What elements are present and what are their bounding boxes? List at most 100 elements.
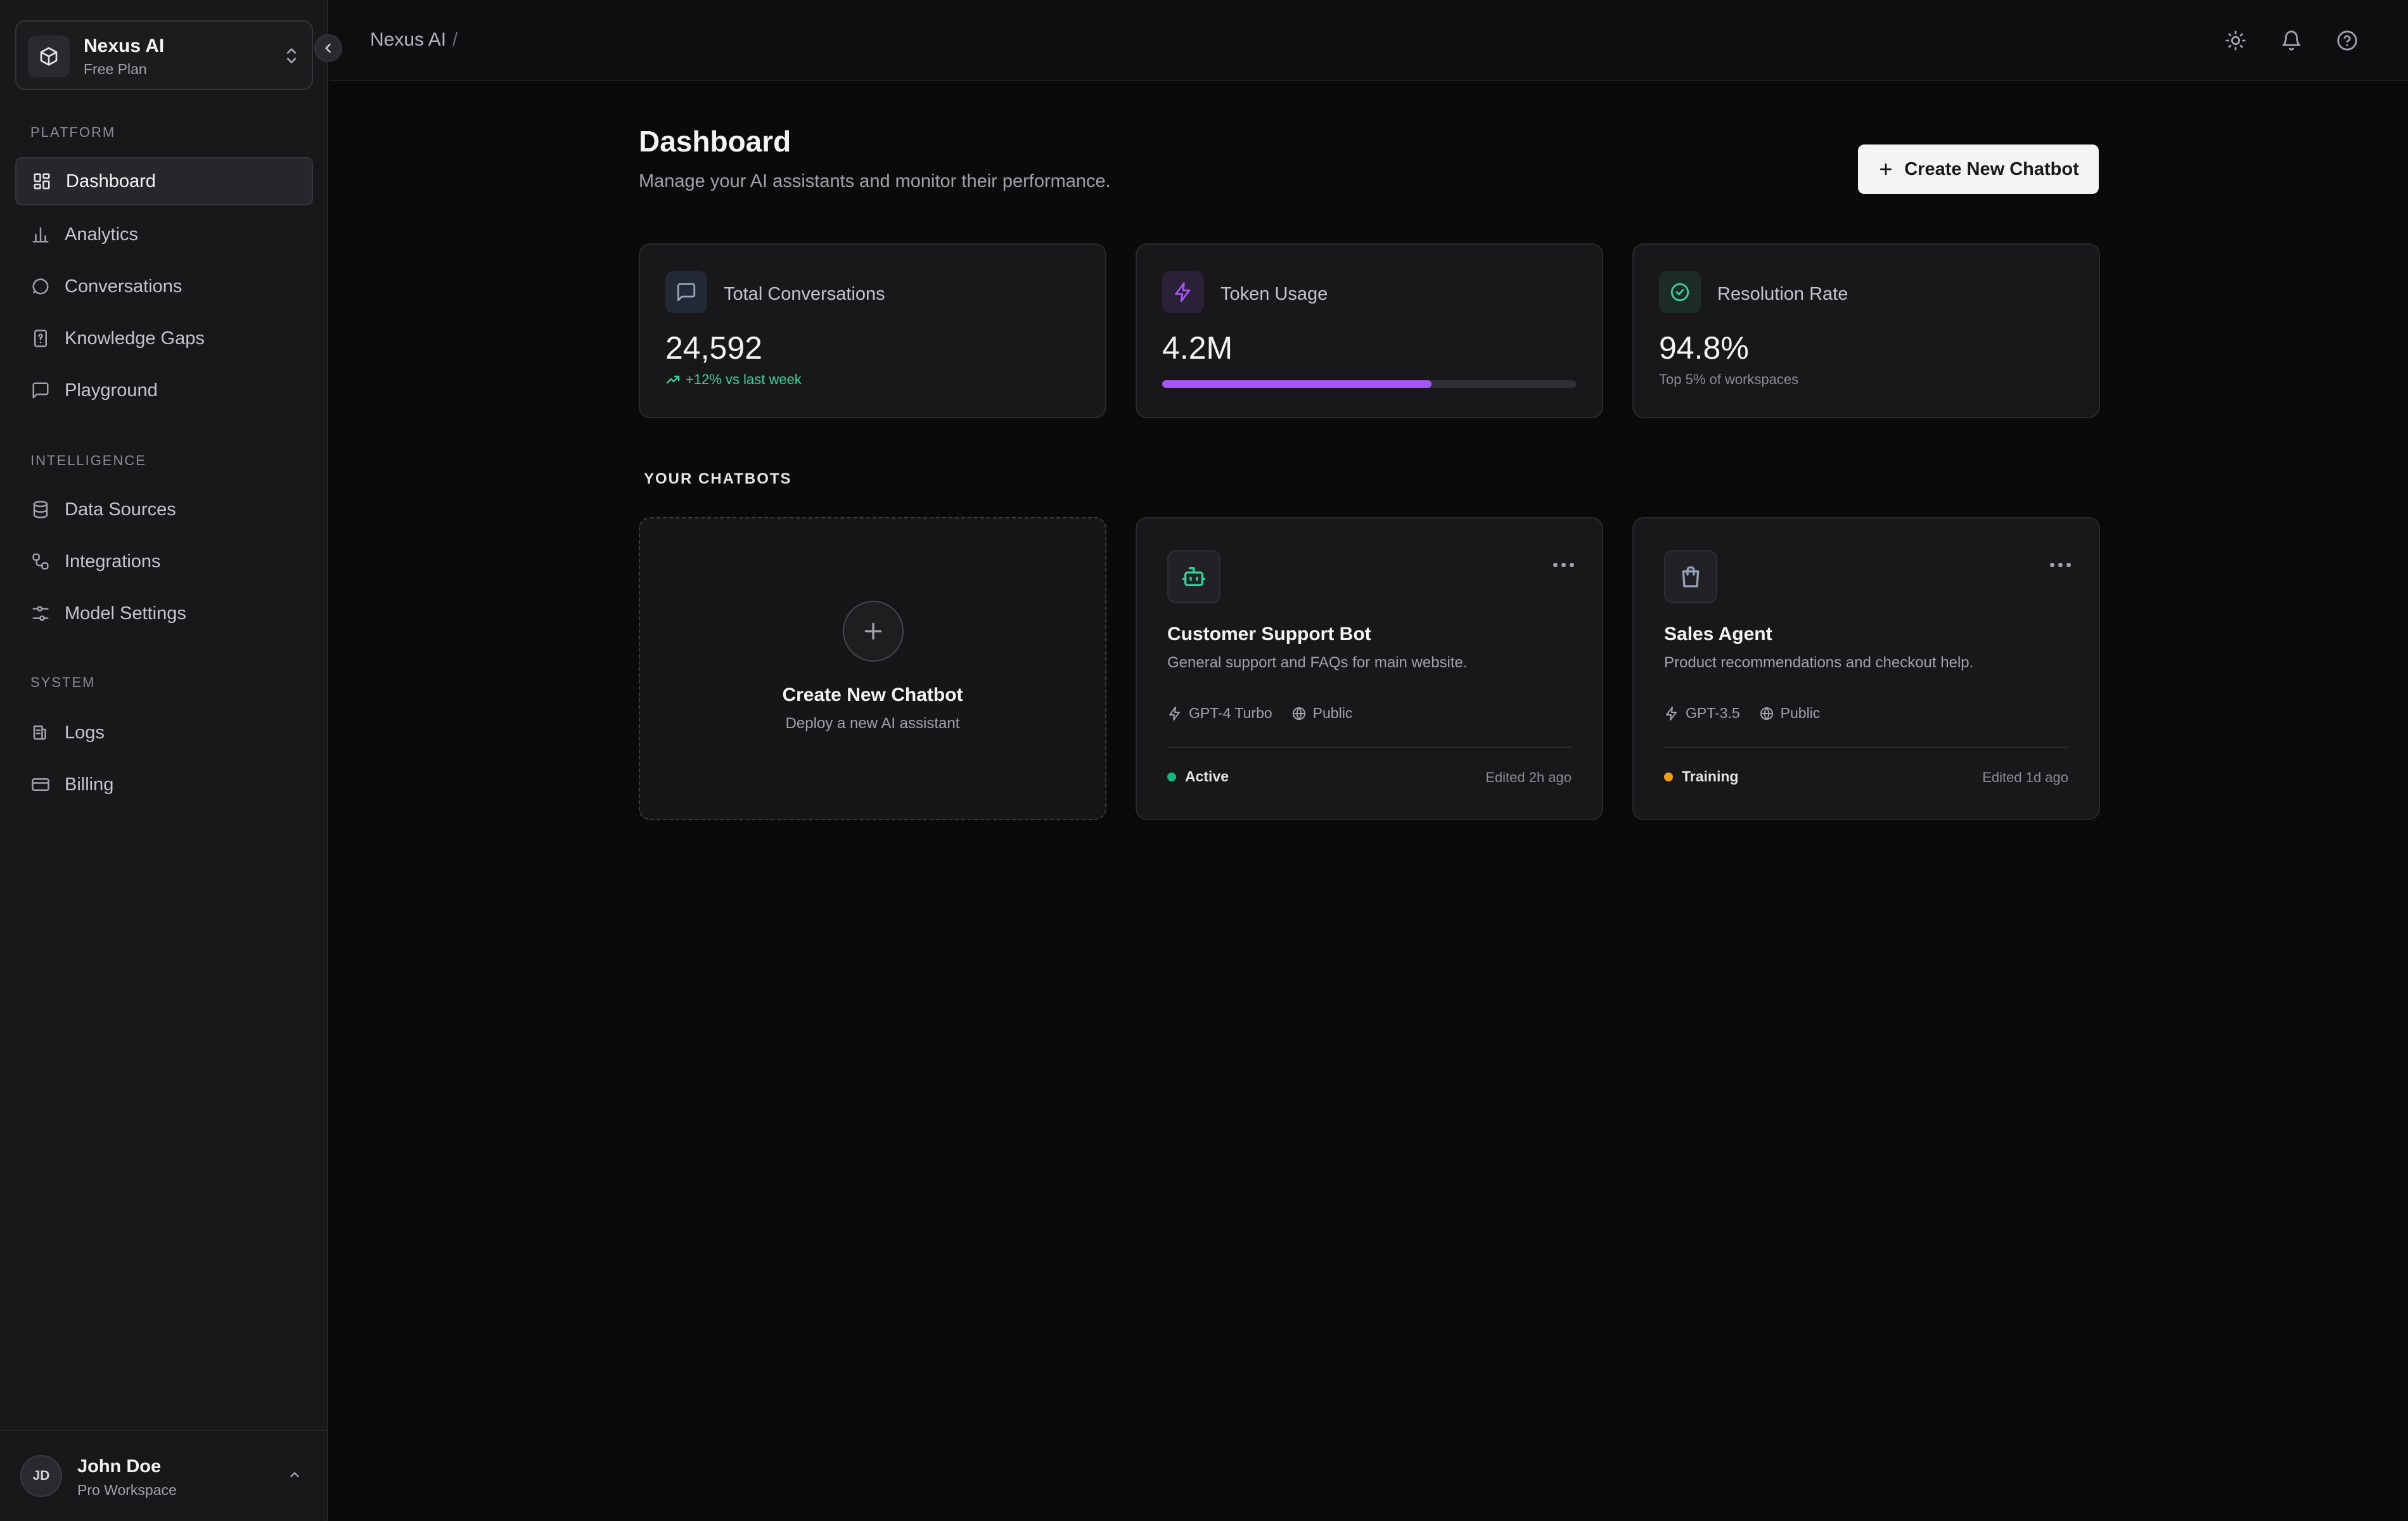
- stat-card-conversations: Total Conversations 24,592 +12% vs last …: [639, 243, 1106, 418]
- collapse-sidebar-button[interactable]: [314, 34, 342, 62]
- section-label-platform: PLATFORM: [30, 124, 116, 140]
- create-card-title: Create New Chatbot: [782, 684, 963, 705]
- workspace-name: Nexus AI: [84, 35, 165, 56]
- sidebar-item-label: Data Sources: [65, 499, 176, 520]
- page-title: Dashboard: [639, 125, 791, 158]
- workflow-icon: [30, 551, 51, 572]
- dashboard-icon: [32, 171, 52, 191]
- workspace-plan: Free Plan: [84, 61, 147, 77]
- visibility-tag: Public: [1759, 705, 1821, 722]
- sidebar-item-knowledge-gaps[interactable]: Knowledge Gaps: [15, 314, 313, 363]
- stat-trend: +12% vs last week: [665, 371, 802, 388]
- stat-value: 24,592: [665, 330, 762, 366]
- card-divider: [1664, 747, 2068, 748]
- visibility-label: Public: [1780, 705, 1821, 721]
- chatbot-name: Customer Support Bot: [1167, 624, 1371, 645]
- status-label: Training: [1682, 768, 1739, 785]
- app-root: Nexus AI Free Plan PLATFORM Dashboard An…: [0, 0, 2408, 1521]
- bar-chart-icon: [30, 224, 51, 245]
- chatbots-section-heading: YOUR CHATBOTS: [644, 470, 792, 487]
- edited-timestamp: Edited 1d ago: [1982, 769, 2068, 785]
- workspace-switcher[interactable]: Nexus AI Free Plan: [15, 20, 313, 90]
- card-divider: [1167, 747, 1572, 748]
- edited-timestamp: Edited 2h ago: [1485, 769, 1572, 785]
- message-square-icon: [30, 380, 51, 401]
- create-chatbot-label: Create New Chatbot: [1904, 158, 2079, 179]
- user-workspace: Pro Workspace: [77, 1482, 177, 1498]
- chatbot-name: Sales Agent: [1664, 624, 1772, 645]
- breadcrumb[interactable]: Nexus AI: [370, 29, 446, 51]
- bell-icon[interactable]: [2277, 27, 2305, 55]
- more-dot: [1561, 563, 1566, 567]
- stat-card-resolution-rate: Resolution Rate 94.8% Top 5% of workspac…: [1632, 243, 2100, 418]
- message-circle-icon: [30, 276, 51, 297]
- sidebar-item-label: Dashboard: [66, 170, 156, 191]
- file-question-icon: [30, 328, 51, 349]
- create-chatbot-button[interactable]: Create New Chatbot: [1858, 144, 2099, 194]
- globe-icon: [1292, 707, 1305, 720]
- shopping-bag-icon: [1664, 550, 1717, 603]
- sidebar-item-data-sources[interactable]: Data Sources: [15, 485, 313, 534]
- credit-card-icon: [30, 774, 51, 795]
- create-chatbot-card[interactable]: Create New Chatbot Deploy a new AI assis…: [639, 517, 1106, 820]
- token-usage-progress-fill: [1162, 380, 1432, 388]
- more-dot: [2066, 563, 2071, 567]
- sun-icon[interactable]: [2222, 27, 2250, 55]
- more-options-button[interactable]: [2050, 563, 2071, 567]
- sidebar-item-label: Conversations: [65, 276, 183, 297]
- token-usage-progress-bar: [1162, 380, 1577, 388]
- more-options-button[interactable]: [1553, 563, 1574, 567]
- status-label: Active: [1185, 768, 1229, 785]
- sidebar-item-model-settings[interactable]: Model Settings: [15, 589, 313, 638]
- sidebar-item-label: Model Settings: [65, 603, 186, 624]
- section-label-intelligence: INTELLIGENCE: [30, 452, 146, 468]
- bot-icon: [1167, 550, 1220, 603]
- chatbot-tags: GPT-3.5 Public: [1664, 705, 1820, 722]
- more-dot: [1553, 563, 1558, 567]
- more-dot: [2050, 563, 2054, 567]
- sliders-icon: [30, 603, 51, 624]
- plus-circle-icon: [843, 601, 904, 662]
- sidebar-item-billing[interactable]: Billing: [15, 760, 313, 809]
- sidebar-item-label: Analytics: [65, 224, 139, 245]
- stat-label: Resolution Rate: [1717, 284, 1848, 304]
- check-circle-icon: [1659, 271, 1701, 313]
- chevron-up-icon: [288, 1468, 302, 1485]
- message-square-icon: [665, 271, 707, 313]
- sidebar-item-conversations[interactable]: Conversations: [15, 262, 313, 311]
- zap-icon: [1666, 706, 1677, 721]
- model-tag: GPT-4 Turbo: [1167, 705, 1272, 722]
- status-badge: Active: [1167, 768, 1229, 785]
- help-circle-icon[interactable]: [2333, 27, 2361, 55]
- stat-value: 4.2M: [1162, 330, 1233, 366]
- model-tag: GPT-3.5: [1664, 705, 1740, 722]
- sidebar-item-playground[interactable]: Playground: [15, 366, 313, 414]
- chatbot-tags: GPT-4 Turbo Public: [1167, 705, 1352, 722]
- chatbot-card-sales-agent[interactable]: Sales Agent Product recommendations and …: [1632, 517, 2100, 820]
- trending-up-icon: [666, 375, 680, 384]
- globe-icon: [1760, 707, 1773, 720]
- sidebar-item-dashboard[interactable]: Dashboard: [15, 157, 313, 205]
- visibility-label: Public: [1312, 705, 1353, 721]
- stat-note: Top 5% of workspaces: [1659, 371, 1799, 387]
- more-dot: [2058, 563, 2063, 567]
- sidebar-item-logs[interactable]: Logs: [15, 709, 313, 757]
- sidebar-item-integrations[interactable]: Integrations: [15, 537, 313, 586]
- chevrons-up-down-icon: [283, 44, 300, 70]
- sidebar: Nexus AI Free Plan PLATFORM Dashboard An…: [0, 0, 342, 1521]
- page-subtitle: Manage your AI assistants and monitor th…: [639, 171, 1111, 191]
- user-menu[interactable]: JD John Doe Pro Workspace: [0, 1430, 328, 1521]
- chatbot-description: General support and FAQs for main websit…: [1167, 654, 1468, 671]
- status-dot: [1664, 772, 1673, 781]
- logs-icon: [30, 722, 51, 743]
- sidebar-item-label: Billing: [65, 774, 114, 795]
- stat-label: Total Conversations: [724, 284, 885, 304]
- stat-trend-label: +12% vs last week: [686, 371, 802, 387]
- status-badge: Training: [1664, 768, 1738, 785]
- sidebar-item-label: Logs: [65, 722, 105, 743]
- stat-value: 94.8%: [1659, 330, 1749, 366]
- sidebar-item-label: Playground: [65, 380, 158, 401]
- chatbot-card-customer-support[interactable]: Customer Support Bot General support and…: [1136, 517, 1603, 820]
- box-logo-icon: [28, 35, 70, 77]
- sidebar-item-analytics[interactable]: Analytics: [15, 210, 313, 259]
